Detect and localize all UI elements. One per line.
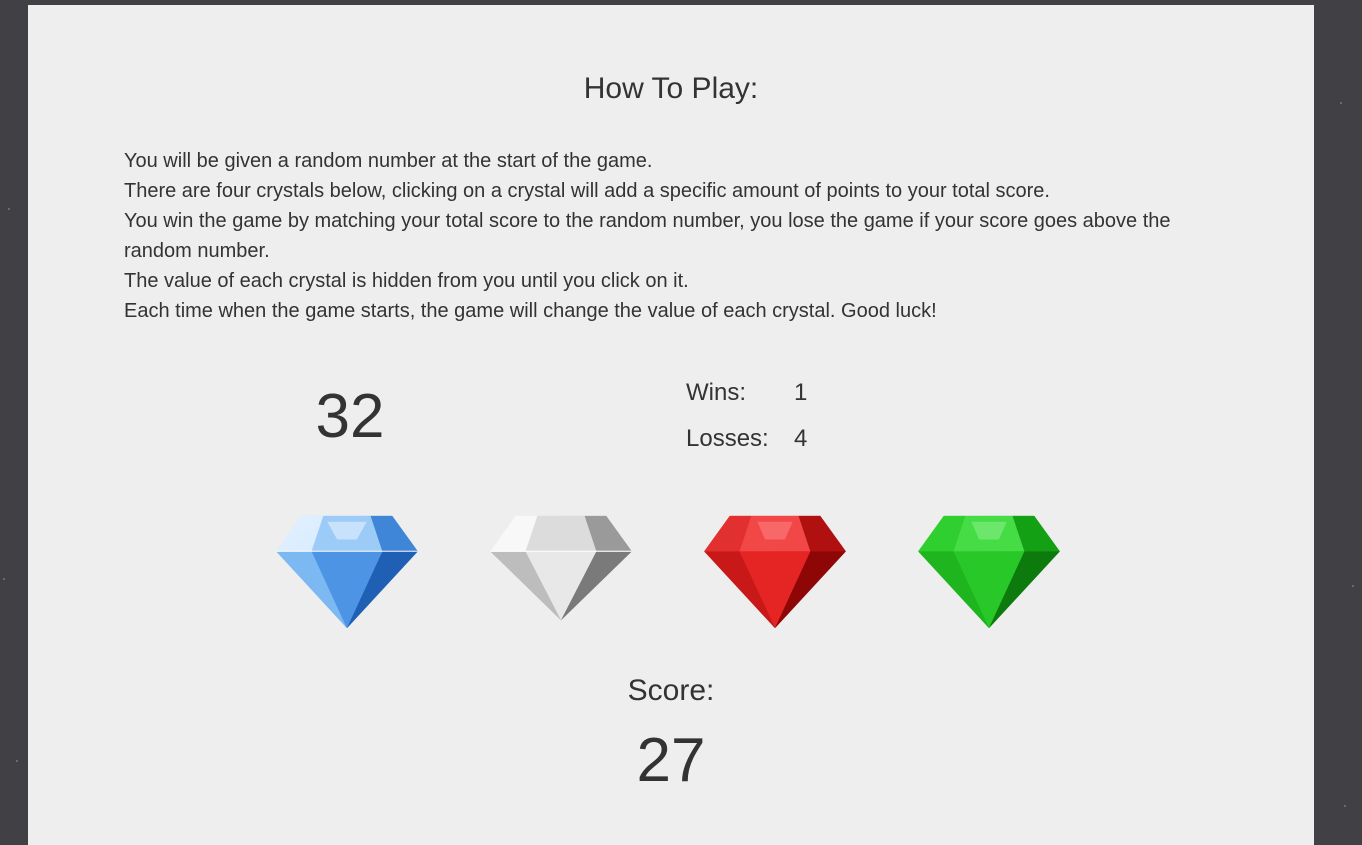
background-speck bbox=[1340, 102, 1342, 104]
background-speck bbox=[1344, 805, 1346, 807]
instruction-line: The value of each crystal is hidden from… bbox=[124, 270, 689, 292]
white-crystal-icon bbox=[490, 515, 632, 621]
wins-count: 1 bbox=[794, 379, 808, 406]
stats-panel: Wins: 1 Losses: 4 bbox=[686, 379, 807, 471]
background-speck bbox=[3, 578, 5, 580]
red-crystal-button[interactable] bbox=[696, 510, 854, 632]
losses-count: 4 bbox=[794, 425, 808, 452]
red-crystal-icon bbox=[704, 515, 846, 629]
instructions-text: You will be given a random number at the… bbox=[124, 146, 1204, 326]
blue-crystal-button[interactable] bbox=[268, 510, 426, 632]
wins-row: Wins: 1 bbox=[686, 379, 807, 425]
instruction-line: You win the game by matching your total … bbox=[124, 210, 1171, 262]
target-number: 32 bbox=[315, 382, 385, 451]
instruction-line: Each time when the game starts, the game… bbox=[124, 300, 937, 322]
score-value: 27 bbox=[636, 726, 706, 795]
wins-label: Wins: bbox=[686, 379, 746, 406]
instruction-line: You will be given a random number at the… bbox=[124, 150, 653, 172]
background-speck bbox=[8, 208, 10, 210]
losses-label: Losses: bbox=[686, 425, 769, 452]
instruction-line: There are four crystals below, clicking … bbox=[124, 180, 1050, 202]
blue-crystal-icon bbox=[276, 515, 418, 629]
white-crystal-button[interactable] bbox=[482, 510, 640, 632]
background-speck bbox=[16, 760, 18, 762]
green-crystal-button[interactable] bbox=[910, 510, 1068, 632]
crystal-row bbox=[268, 510, 1088, 632]
green-crystal-icon bbox=[918, 515, 1060, 629]
losses-row: Losses: 4 bbox=[686, 425, 807, 471]
score-label: Score: bbox=[627, 674, 715, 707]
background-speck bbox=[1352, 585, 1354, 587]
how-to-play-title: How To Play: bbox=[583, 72, 759, 105]
game-panel: How To Play: You will be given a random … bbox=[28, 5, 1314, 845]
